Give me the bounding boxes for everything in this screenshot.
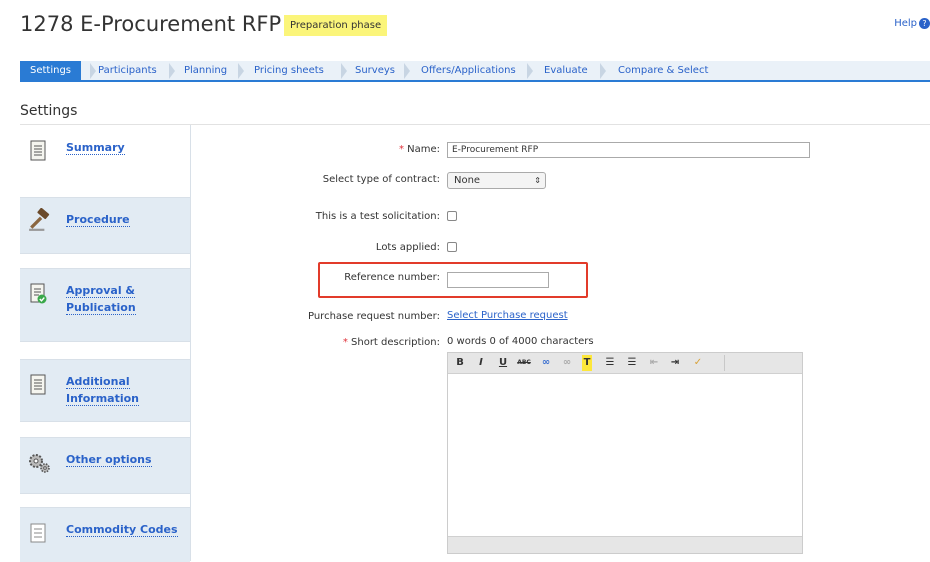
- tab-planning[interactable]: Planning: [184, 61, 227, 80]
- tab-separator: [527, 63, 533, 79]
- numbered-list-button[interactable]: ☰: [604, 355, 616, 371]
- bullet-list-button[interactable]: ☰: [626, 355, 638, 371]
- document-icon: [30, 374, 46, 395]
- toolbar-divider: [724, 355, 725, 371]
- strikethrough-button[interactable]: ABC: [516, 355, 532, 371]
- text-color-button[interactable]: T: [582, 355, 592, 371]
- editor-toolbar: B I U ABC ∞ ∞ T ☰ ☰ ⇤ ⇥ ✓: [448, 353, 802, 374]
- tab-compare-select[interactable]: Compare & Select: [618, 61, 708, 80]
- sidebar-border: [190, 125, 191, 561]
- tab-separator: [600, 63, 606, 79]
- tab-bar: Settings Participants Planning Pricing s…: [20, 61, 930, 82]
- sidebar-item-approval-publication[interactable]: Approval & Publication: [20, 268, 190, 342]
- contract-type-select[interactable]: None ⇕: [447, 172, 546, 189]
- name-input[interactable]: E-Procurement RFP: [447, 142, 810, 158]
- contract-type-value: None: [454, 175, 481, 186]
- sidebar-item-other-options[interactable]: Other options: [20, 437, 190, 494]
- lots-applied-checkbox[interactable]: [447, 242, 457, 252]
- tab-pricing-sheets[interactable]: Pricing sheets: [254, 61, 324, 80]
- help-label: Help: [894, 18, 917, 29]
- editor-status-bar: [448, 536, 802, 553]
- sidebar-item-label: Other options: [66, 453, 152, 467]
- word-count: 0 words 0 of 4000 characters: [447, 336, 594, 347]
- underline-button[interactable]: U: [497, 355, 509, 371]
- short-description-label: * Short description:: [342, 337, 440, 348]
- tab-settings[interactable]: Settings: [20, 61, 82, 80]
- unlink-button[interactable]: ∞: [560, 355, 574, 371]
- italic-button[interactable]: I: [475, 355, 487, 371]
- tab-offers-applications[interactable]: Offers/Applications: [421, 61, 516, 80]
- sidebar-item-summary[interactable]: Summary: [20, 126, 190, 178]
- select-arrows-icon: ⇕: [534, 176, 541, 185]
- link-button[interactable]: ∞: [539, 355, 553, 371]
- page-title: 1278 E-Procurement RFP: [20, 12, 282, 36]
- sidebar-item-commodity-codes[interactable]: Commodity Codes: [20, 507, 190, 562]
- indent-button[interactable]: ⇥: [669, 355, 681, 371]
- rich-text-editor[interactable]: B I U ABC ∞ ∞ T ☰ ☰ ⇤ ⇥ ✓: [447, 352, 803, 554]
- tab-surveys[interactable]: Surveys: [355, 61, 395, 80]
- section-title: Settings: [20, 103, 78, 119]
- gears-icon: [29, 454, 50, 473]
- sidebar-item-label: Commodity Codes: [66, 523, 178, 537]
- tab-separator: [169, 63, 175, 79]
- outdent-button[interactable]: ⇤: [648, 355, 660, 371]
- contract-type-label: Select type of contract:: [322, 174, 440, 185]
- select-purchase-request-link[interactable]: Select Purchase request: [447, 310, 568, 321]
- sidebar-item-label: Summary: [66, 141, 125, 155]
- lots-applied-label: Lots applied:: [375, 242, 440, 253]
- sidebar-item-label: Procedure: [66, 213, 130, 227]
- name-label: * Name:: [398, 144, 440, 155]
- tab-separator: [341, 63, 347, 79]
- tab-separator: [90, 63, 96, 79]
- approved-document-icon: [30, 283, 47, 304]
- tab-separator: [404, 63, 410, 79]
- tab-evaluate[interactable]: Evaluate: [544, 61, 588, 80]
- help-icon[interactable]: ?: [919, 18, 930, 29]
- sidebar-item-label: Additional Information: [66, 375, 139, 406]
- purchase-request-label: Purchase request number:: [307, 311, 440, 322]
- test-solicitation-label: This is a test solicitation:: [315, 211, 440, 222]
- bold-button[interactable]: B: [454, 355, 466, 371]
- reference-number-label: Reference number:: [344, 272, 440, 283]
- divider: [20, 124, 930, 125]
- list-icon: [30, 523, 46, 543]
- help-link[interactable]: Help?: [894, 18, 930, 29]
- phase-badge: Preparation phase: [284, 15, 388, 36]
- sidebar-item-procedure[interactable]: Procedure: [20, 197, 190, 254]
- sidebar-item-additional-information[interactable]: Additional Information: [20, 359, 190, 422]
- tab-participants[interactable]: Participants: [98, 61, 157, 80]
- tab-separator: [238, 63, 244, 79]
- gavel-icon: [29, 208, 50, 231]
- clear-format-button[interactable]: ✓: [691, 355, 705, 371]
- reference-number-input[interactable]: [447, 272, 549, 288]
- document-icon: [30, 140, 46, 161]
- sidebar-item-label: Approval & Publication: [66, 284, 136, 315]
- test-solicitation-checkbox[interactable]: [447, 211, 457, 221]
